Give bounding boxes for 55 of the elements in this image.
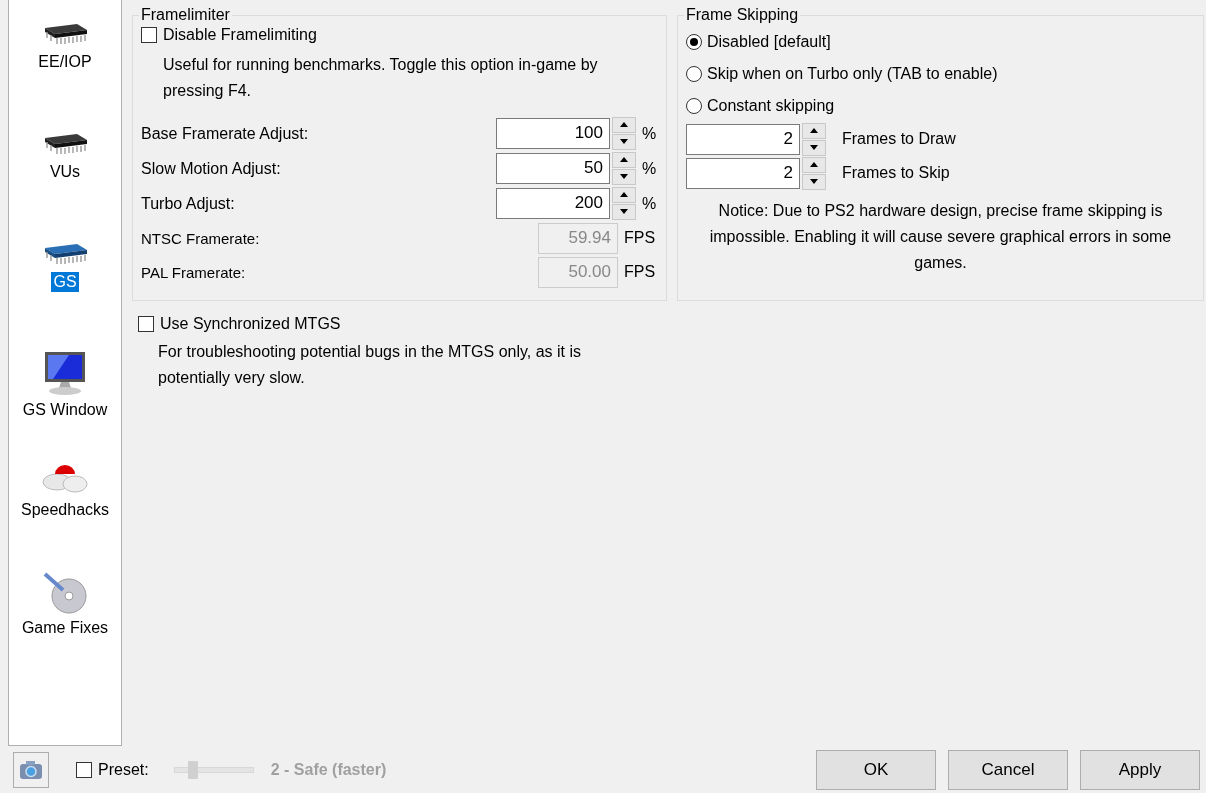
group-title: Frame Skipping — [685, 6, 800, 24]
number-field[interactable]: 2 — [686, 157, 800, 189]
option-description: For troubleshooting potential bugs in the MTGS only, as it is potentially very slow. — [158, 342, 583, 388]
spin-buttons[interactable] — [612, 117, 636, 150]
checkbox[interactable] — [76, 761, 92, 778]
category-label[interactable]: EE/IOP — [36, 52, 94, 72]
preset-value: 2 - Safe (faster) — [270, 760, 387, 779]
spin-buttons[interactable] — [612, 152, 636, 185]
field-label: Slow Motion Adjust: — [141, 159, 282, 178]
radio-label: Constant skipping — [707, 97, 835, 115]
number-field[interactable]: 2 — [686, 123, 800, 155]
number-field[interactable]: 100 — [496, 118, 610, 149]
notice-text: Notice: Due to PS2 hardware design, precise frame skipping is impossible. Enabling it will cause severe graphical errors in some games. — [708, 201, 1173, 273]
category-label[interactable]: Speedhacks — [18, 500, 112, 520]
spin-buttons[interactable] — [802, 122, 826, 156]
category-label[interactable]: Game Fixes — [19, 618, 111, 638]
disc-icon — [41, 570, 89, 614]
checkbox-label: Disable Framelimiting — [163, 26, 317, 44]
unit-label: FPS — [624, 263, 656, 281]
category-label[interactable]: GS — [51, 272, 79, 292]
radio-button[interactable] — [686, 98, 702, 114]
field-label: Base Framerate Adjust: — [141, 124, 310, 143]
checkbox-label: Use Synchronized MTGS — [160, 315, 341, 333]
screenshot-button[interactable] — [13, 751, 49, 788]
unit-label: % — [642, 194, 657, 213]
spin-buttons[interactable] — [802, 156, 826, 190]
field-label: Frames to Skip — [842, 164, 950, 182]
checkbox-label: Preset: — [98, 760, 149, 779]
slider-thumb[interactable] — [188, 760, 199, 779]
group-title: Framelimiter — [140, 6, 231, 24]
field-label: NTSC Framerate: — [141, 229, 261, 247]
number-field[interactable]: 50 — [496, 153, 610, 184]
field-label: PAL Framerate: — [141, 263, 247, 281]
dialog-button[interactable]: OK — [816, 749, 936, 790]
dialog-button[interactable]: Cancel — [948, 749, 1068, 790]
checkbox[interactable] — [141, 27, 157, 43]
readonly-field: 50.00 — [538, 256, 618, 288]
radio-label: Disabled [default] — [707, 33, 831, 51]
readonly-field: 59.94 — [538, 222, 618, 254]
unit-label: % — [642, 124, 657, 143]
field-label: Frames to Draw — [842, 130, 956, 148]
option-description: Useful for running benchmarks. Toggle this option in-game by pressing F4. — [163, 55, 599, 101]
category-label[interactable]: GS Window — [20, 400, 110, 420]
camera-icon — [19, 759, 43, 780]
radio-button[interactable] — [686, 66, 702, 82]
spin-buttons[interactable] — [612, 187, 636, 220]
field-label: Turbo Adjust: — [141, 194, 236, 213]
unit-label: % — [642, 159, 657, 178]
radio-button[interactable] — [686, 34, 702, 50]
category-label[interactable]: VUs — [47, 162, 83, 182]
checkbox[interactable] — [138, 316, 154, 332]
unit-label: FPS — [624, 229, 656, 247]
dialog-button[interactable]: Apply — [1080, 749, 1200, 790]
number-field[interactable]: 200 — [496, 188, 610, 219]
radio-label: Skip when on Turbo only (TAB to enable) — [707, 65, 998, 83]
